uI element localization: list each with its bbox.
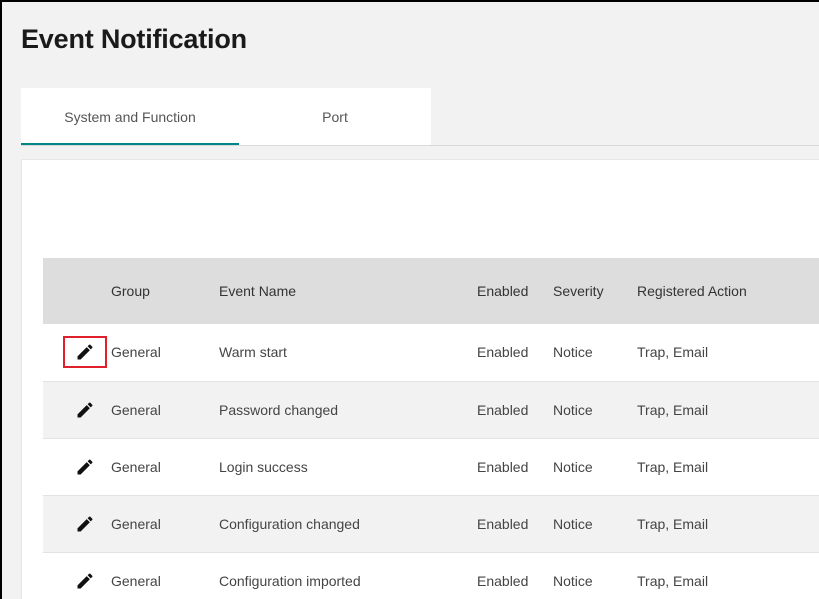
cell-enabled: Enabled: [477, 515, 529, 532]
cell-event-name: Login success: [219, 458, 308, 475]
edit-cell: [43, 381, 111, 438]
cell-registered-action: Trap, Email: [637, 401, 709, 418]
tab-system-and-function[interactable]: System and Function: [21, 88, 239, 146]
edit-cell: [43, 495, 111, 552]
pencil-icon: [77, 458, 93, 474]
cell-severity: Notice: [553, 515, 593, 532]
pencil-icon: [77, 344, 93, 360]
edit-button[interactable]: [63, 565, 107, 597]
table-row[interactable]: General Warm start Enabled Notice Trap, …: [43, 324, 819, 381]
header-group[interactable]: Group: [111, 258, 219, 324]
cell-registered-action: Trap, Email: [637, 515, 709, 532]
cell-severity: Notice: [553, 401, 593, 418]
table-row[interactable]: General Password changed Enabled Notice …: [43, 381, 819, 438]
cell-event-name: Warm start: [219, 344, 287, 361]
edit-button[interactable]: [63, 336, 107, 369]
cell-group: General: [111, 572, 161, 589]
cell-registered-action: Trap, Email: [637, 344, 709, 361]
tab-divider: [21, 145, 819, 146]
header-enabled[interactable]: Enabled: [455, 258, 545, 324]
content-panel: Group Event Name Enabled Severity Regist…: [21, 159, 819, 599]
edit-cell: [43, 552, 111, 599]
edit-cell: [43, 324, 111, 381]
tab-port[interactable]: Port: [239, 88, 431, 146]
cell-enabled: Enabled: [477, 401, 529, 418]
header-edit: [43, 258, 111, 324]
edit-cell: [43, 438, 111, 495]
event-table: Group Event Name Enabled Severity Regist…: [43, 258, 819, 599]
cell-group: General: [111, 344, 161, 361]
cell-group: General: [111, 458, 161, 475]
header-event-name[interactable]: Event Name: [219, 258, 455, 324]
tab-bar: System and Function Port: [21, 88, 431, 146]
cell-severity: Notice: [553, 344, 593, 361]
edit-button[interactable]: [63, 451, 107, 483]
header-severity[interactable]: Severity: [545, 258, 635, 324]
table-row[interactable]: General Login success Enabled Notice Tra…: [43, 438, 819, 495]
pencil-icon: [77, 515, 93, 531]
cell-group: General: [111, 515, 161, 532]
table-row[interactable]: General Configuration changed Enabled No…: [43, 495, 819, 552]
cell-group: General: [111, 401, 161, 418]
cell-event-name: Password changed: [219, 401, 339, 418]
cell-event-name: Configuration imported: [219, 572, 361, 589]
cell-registered-action: Trap, Email: [637, 458, 709, 475]
pencil-icon: [77, 572, 93, 588]
table-row[interactable]: General Configuration imported Enabled N…: [43, 552, 819, 599]
cell-enabled: Enabled: [477, 458, 529, 475]
cell-event-name: Configuration changed: [219, 515, 360, 532]
header-registered-action[interactable]: Registered Action: [635, 258, 819, 324]
pencil-icon: [77, 401, 93, 417]
cell-severity: Notice: [553, 458, 593, 475]
edit-button[interactable]: [63, 508, 107, 540]
window-frame: Event Notification System and Function P…: [0, 0, 819, 599]
page-title: Event Notification: [21, 24, 247, 54]
table-header-row: Group Event Name Enabled Severity Regist…: [43, 258, 819, 324]
edit-button[interactable]: [63, 394, 107, 426]
table-body: General Warm start Enabled Notice Trap, …: [43, 324, 819, 599]
cell-severity: Notice: [553, 572, 593, 589]
cell-enabled: Enabled: [477, 572, 529, 589]
cell-registered-action: Trap, Email: [637, 572, 709, 589]
cell-enabled: Enabled: [477, 344, 529, 361]
